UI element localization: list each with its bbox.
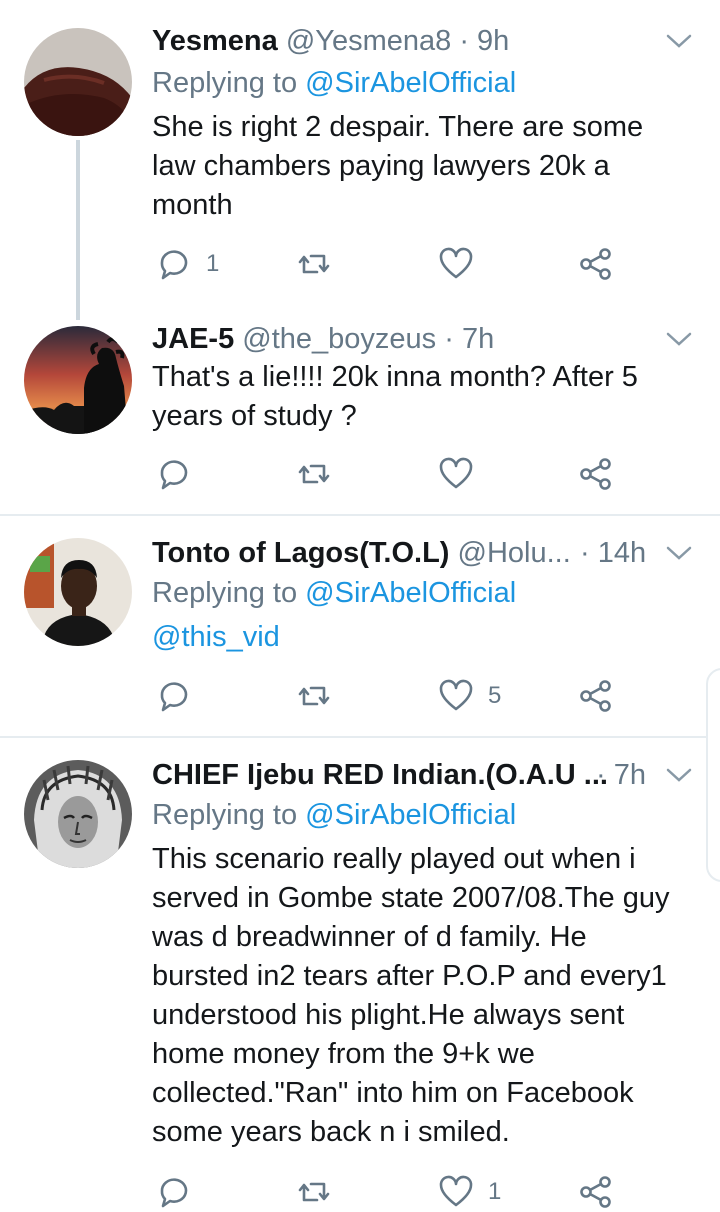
retweet-icon <box>298 254 330 274</box>
like-count: 1 <box>488 1178 502 1205</box>
like-count: 5 <box>488 682 502 709</box>
like-button[interactable] <box>438 454 488 494</box>
timestamp[interactable]: · 14h <box>580 536 646 570</box>
tweet-text-line: She is right 2 despair. There are some <box>152 111 644 143</box>
retweet-icon <box>298 686 330 706</box>
tweet-header: CHIEF Ijebu RED Indian.(O.A.U ... <box>152 758 608 792</box>
tweet-text: @this_vid <box>152 618 700 657</box>
tweet-text: This scenario really played out when i s… <box>152 840 700 1152</box>
timestamp[interactable]: · 9h <box>459 25 509 57</box>
share-icon <box>580 248 611 280</box>
heart-icon <box>439 457 473 489</box>
replying-to-label: Replying to <box>152 577 298 609</box>
share-button[interactable] <box>578 244 614 284</box>
tweet-text-line: years of study ? <box>152 400 357 432</box>
tweet-yesmena[interactable]: Yesmena @Yesmena8 · 9h Replying to @SirA… <box>0 0 720 300</box>
chevron-down-icon[interactable] <box>664 760 694 790</box>
user-handle[interactable]: @the_boyzeus <box>242 323 436 355</box>
share-icon <box>580 1176 611 1208</box>
avatar-image-icon <box>24 28 132 136</box>
tweet-text: That's a lie!!!! 20k inna month? After 5… <box>152 358 700 436</box>
reply-count: 1 <box>206 250 220 277</box>
replying-to: Replying to @SirAbelOfficial <box>152 66 516 100</box>
mention-link[interactable]: @this_vid <box>152 618 700 657</box>
tweet-actions <box>152 454 632 494</box>
heart-icon <box>439 247 473 279</box>
retweet-button[interactable] <box>296 244 346 284</box>
chevron-down-icon[interactable] <box>664 324 694 354</box>
display-name[interactable]: Tonto of Lagos(T.O.L) <box>152 537 449 569</box>
tweet-text-line: bursted in2 tears after P.O.P and every1 <box>152 960 667 992</box>
retweet-button[interactable] <box>296 1172 346 1212</box>
speech-bubble-icon <box>160 460 188 490</box>
like-button[interactable]: 5 <box>438 676 501 716</box>
tweet-header: JAE-5 @the_boyzeus · 7h <box>152 322 660 356</box>
tweet-chief-ijebu[interactable]: CHIEF Ijebu RED Indian.(O.A.U ... · 7h R… <box>0 738 720 1208</box>
tweet-text-line: law chambers paying lawyers 20k a <box>152 150 610 182</box>
tweet-actions: 1 <box>152 1172 632 1212</box>
replying-to: Replying to @SirAbelOfficial <box>152 576 516 610</box>
retweet-icon <box>298 464 330 484</box>
avatar[interactable] <box>24 326 132 434</box>
avatar[interactable] <box>24 538 132 646</box>
tweet-header: Yesmena @Yesmena8 · 9h <box>152 24 660 58</box>
tweet-text-line: month <box>152 189 233 221</box>
speech-bubble-icon <box>160 682 188 712</box>
tweet-text-line: was d breadwinner of d family. He <box>152 921 587 953</box>
retweet-button[interactable] <box>296 676 346 716</box>
heart-icon <box>439 1175 473 1207</box>
display-name[interactable]: CHIEF Ijebu RED Indian.(O.A.U ... <box>152 759 608 791</box>
timestamp[interactable]: · 7h <box>444 323 494 355</box>
replying-to-link[interactable]: @SirAbelOfficial <box>305 577 516 609</box>
tweet-header: Tonto of Lagos(T.O.L) @Holu... <box>152 536 571 570</box>
timestamp[interactable]: · 7h <box>596 758 646 792</box>
scroll-handle[interactable] <box>706 668 720 882</box>
tweet-text-line: home money from the 9+k we <box>152 1038 535 1070</box>
retweet-button[interactable] <box>296 454 346 494</box>
user-handle[interactable]: @Yesmena8 <box>286 25 451 57</box>
reply-button[interactable] <box>156 676 206 716</box>
tweet-text-line: understood his plight.He always sent <box>152 999 625 1031</box>
tweet-text-line: served in Gombe state 2007/08.The guy <box>152 882 670 914</box>
avatar-image-icon <box>24 326 132 434</box>
avatar[interactable] <box>24 28 132 136</box>
share-button[interactable] <box>578 676 614 716</box>
replying-to: Replying to @SirAbelOfficial <box>152 798 516 832</box>
reply-button[interactable] <box>156 1172 206 1212</box>
tweet-jae5[interactable]: JAE-5 @the_boyzeus · 7h That's a lie!!!!… <box>0 300 720 514</box>
like-button[interactable] <box>438 244 488 284</box>
share-button[interactable] <box>578 1172 614 1212</box>
speech-bubble-icon <box>160 250 188 280</box>
replying-to-link[interactable]: @SirAbelOfficial <box>305 67 516 99</box>
tweet-text-line: This scenario really played out when i <box>152 843 636 875</box>
user-handle[interactable]: @Holu... <box>458 537 571 569</box>
retweet-icon <box>298 1182 330 1202</box>
like-button[interactable]: 1 <box>438 1172 501 1212</box>
reply-button[interactable]: 1 <box>156 244 219 284</box>
tweet-text-line: That's a lie!!!! 20k inna month? After 5 <box>152 361 638 393</box>
tweet-actions: 1 <box>152 244 632 284</box>
tweet-tonto-of-lagos[interactable]: Tonto of Lagos(T.O.L) @Holu... · 14h Rep… <box>0 516 720 736</box>
avatar-image-icon <box>24 538 132 646</box>
reply-button[interactable] <box>156 454 206 494</box>
replying-to-label: Replying to <box>152 799 298 831</box>
display-name[interactable]: Yesmena <box>152 25 278 57</box>
display-name[interactable]: JAE-5 <box>152 323 234 355</box>
tweet-actions: 5 <box>152 676 632 716</box>
tweet-text-line: some years back n i smiled. <box>152 1116 510 1148</box>
share-button[interactable] <box>578 454 614 494</box>
tweet-text-line: collected."Ran" into him on Facebook <box>152 1077 634 1109</box>
avatar[interactable] <box>24 760 132 868</box>
chevron-down-icon[interactable] <box>664 26 694 56</box>
tweet-text: She is right 2 despair. There are some l… <box>152 108 700 225</box>
share-icon <box>580 458 611 490</box>
chevron-down-icon[interactable] <box>664 538 694 568</box>
replying-to-label: Replying to <box>152 67 298 99</box>
heart-icon <box>439 679 473 711</box>
replying-to-link[interactable]: @SirAbelOfficial <box>305 799 516 831</box>
avatar-image-icon <box>24 760 132 868</box>
share-icon <box>580 680 611 712</box>
speech-bubble-icon <box>160 1178 188 1208</box>
